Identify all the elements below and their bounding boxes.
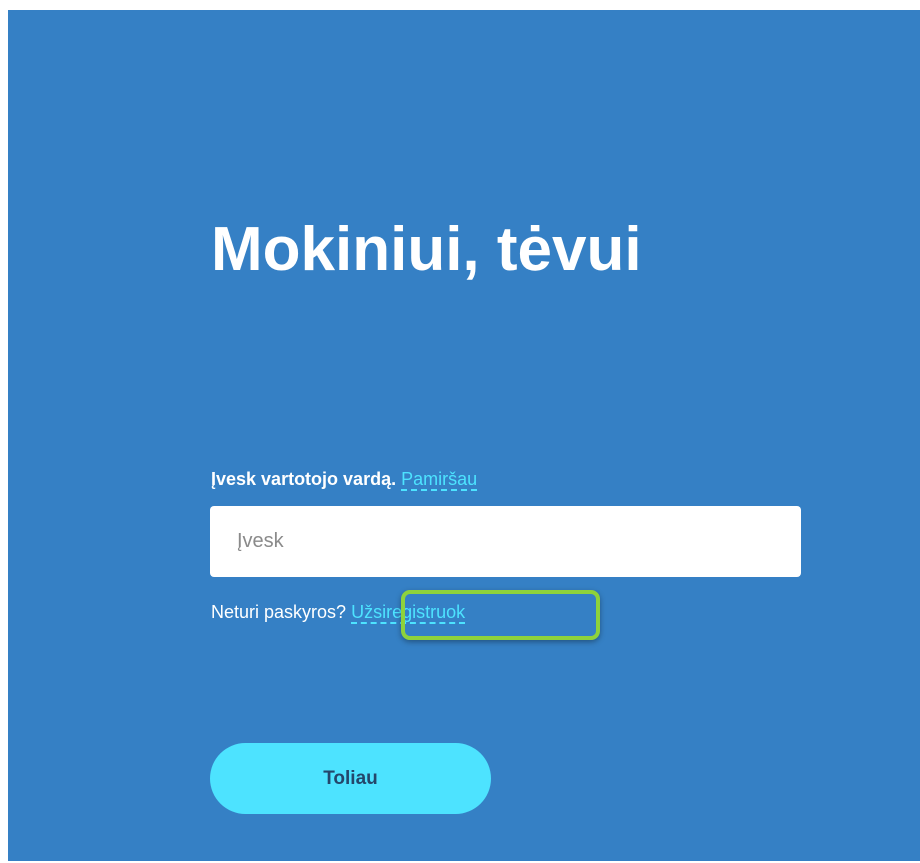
next-button[interactable]: Toliau [210,743,491,814]
login-panel: Mokiniui, tėvui Įvesk vartotojo vardą. P… [8,10,920,861]
username-label: Įvesk vartotojo vardą. [211,469,397,489]
forgot-username-link[interactable]: Pamiršau [401,469,478,491]
register-prompt: Neturi paskyros? [211,602,347,622]
register-row: Neturi paskyros? Užsiregistruok [211,598,466,626]
username-input[interactable] [210,506,801,577]
register-link[interactable]: Užsiregistruok [351,602,466,624]
page-title: Mokiniui, tėvui [211,215,642,284]
username-label-row: Įvesk vartotojo vardą. Pamiršau [211,465,478,493]
